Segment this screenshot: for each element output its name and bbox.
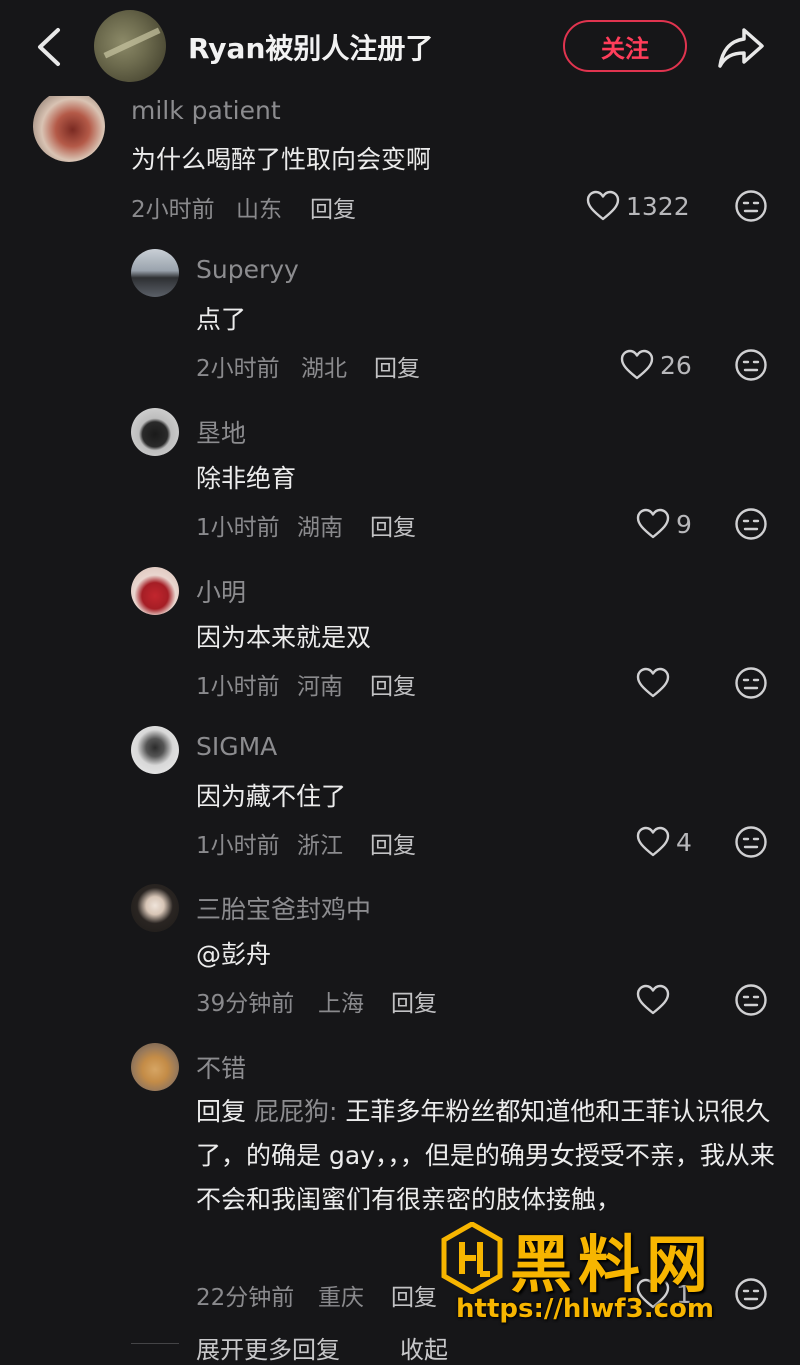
- heart-icon: [636, 984, 670, 1015]
- like-count: 26: [660, 350, 692, 380]
- watermark: 黑料网 https://hlwf3.com: [436, 1218, 776, 1336]
- avatar[interactable]: [33, 90, 105, 162]
- reply-button[interactable]: 回复: [391, 1278, 437, 1312]
- like-button[interactable]: 4: [636, 822, 692, 862]
- reply-button[interactable]: 回复: [370, 508, 416, 542]
- reply-button[interactable]: 回复: [370, 826, 416, 860]
- comment-location: 山东: [236, 197, 282, 223]
- reply-button[interactable]: 回复: [374, 349, 420, 383]
- reply-username[interactable]: 三胎宝爸封鸡中: [196, 890, 371, 926]
- avatar[interactable]: [131, 1043, 179, 1091]
- emoji-reaction-button[interactable]: [734, 983, 768, 1017]
- emoji-reaction-button[interactable]: [734, 507, 768, 541]
- reply-time: 39分钟前: [196, 991, 295, 1017]
- heart-icon: [636, 667, 670, 698]
- comment-username[interactable]: milk patient: [131, 96, 281, 125]
- reply-location: 重庆: [318, 1285, 364, 1311]
- share-icon: [718, 28, 764, 68]
- emoji-icon: [735, 349, 767, 381]
- reply-username[interactable]: 小明: [196, 573, 246, 609]
- reply-location: 湖南: [297, 515, 343, 541]
- emoji-icon: [735, 508, 767, 540]
- avatar[interactable]: [131, 249, 179, 297]
- like-button[interactable]: 9: [636, 504, 692, 544]
- emoji-reaction-button[interactable]: [734, 825, 768, 859]
- avatar[interactable]: [131, 726, 179, 774]
- emoji-reaction-button[interactable]: [734, 189, 768, 223]
- reply-username[interactable]: 不错: [196, 1049, 246, 1085]
- reply-text: @彭舟: [196, 940, 272, 969]
- watermark-brand: 黑料网: [510, 1228, 715, 1301]
- like-count: 9: [676, 509, 692, 539]
- emoji-icon: [735, 190, 767, 222]
- reply-username[interactable]: 垦地: [196, 414, 246, 450]
- back-button[interactable]: [30, 24, 70, 70]
- reply-to-username[interactable]: 屁屁狗:: [254, 1097, 337, 1126]
- emoji-reaction-button[interactable]: [734, 348, 768, 382]
- emoji-reaction-button[interactable]: [734, 666, 768, 700]
- watermark-logo-icon: [441, 1222, 503, 1294]
- like-button[interactable]: 26: [620, 345, 692, 385]
- avatar[interactable]: [131, 408, 179, 456]
- like-button[interactable]: 1322: [586, 186, 690, 226]
- like-count: 4: [676, 827, 692, 857]
- reply-prefix: 回复: [196, 1097, 247, 1126]
- heart-icon: [586, 190, 620, 221]
- author-avatar[interactable]: [94, 10, 166, 82]
- reply-text: 因为本来就是双: [196, 623, 372, 652]
- back-arrow-icon: [38, 28, 60, 66]
- reply-location: 河南: [297, 674, 343, 700]
- heart-icon: [620, 349, 654, 380]
- top-bar: Ryan被别人注册了 关注: [0, 0, 800, 96]
- emoji-icon: [735, 667, 767, 699]
- emoji-icon: [735, 984, 767, 1016]
- reply-time: 1小时前: [196, 674, 280, 700]
- comment-text: 为什么喝醉了性取向会变啊: [131, 145, 432, 174]
- reply-time: 2小时前: [196, 356, 280, 382]
- emoji-icon: [735, 826, 767, 858]
- like-button[interactable]: [636, 980, 676, 1020]
- reply-text: 因为藏不住了: [196, 782, 347, 811]
- like-button[interactable]: [636, 663, 676, 703]
- avatar[interactable]: [131, 884, 179, 932]
- reply-username[interactable]: SIGMA: [196, 732, 277, 761]
- reply-username[interactable]: Superyy: [196, 255, 299, 284]
- reply-text: 回复 屁屁狗: 王菲多年粉丝都知道他和王菲认识很久了，的确是 gay，，，但是的…: [196, 1090, 776, 1222]
- reply-location: 湖北: [301, 356, 347, 382]
- heart-icon: [636, 508, 670, 539]
- reply-location: 浙江: [297, 833, 343, 859]
- watermark-url: https://hlwf3.com: [456, 1294, 714, 1324]
- divider: [131, 1343, 179, 1344]
- reply-location: 上海: [318, 991, 364, 1017]
- reply-button[interactable]: 回复: [310, 190, 356, 224]
- expand-more-replies-button[interactable]: 展开更多回复: [196, 1330, 340, 1365]
- follow-button[interactable]: 关注: [563, 20, 687, 72]
- reply-time: 22分钟前: [196, 1285, 295, 1311]
- reply-time: 1小时前: [196, 833, 280, 859]
- reply-text: 除非绝育: [196, 464, 297, 493]
- like-count: 1322: [626, 191, 690, 221]
- reply-button[interactable]: 回复: [391, 984, 437, 1018]
- heart-icon: [636, 826, 670, 857]
- author-name[interactable]: Ryan被别人注册了: [188, 27, 433, 67]
- reply-button[interactable]: 回复: [370, 667, 416, 701]
- reply-text: 点了: [196, 305, 247, 334]
- share-button[interactable]: [716, 24, 766, 70]
- avatar[interactable]: [131, 567, 179, 615]
- comment-time: 2小时前: [131, 197, 215, 223]
- reply-time: 1小时前: [196, 515, 280, 541]
